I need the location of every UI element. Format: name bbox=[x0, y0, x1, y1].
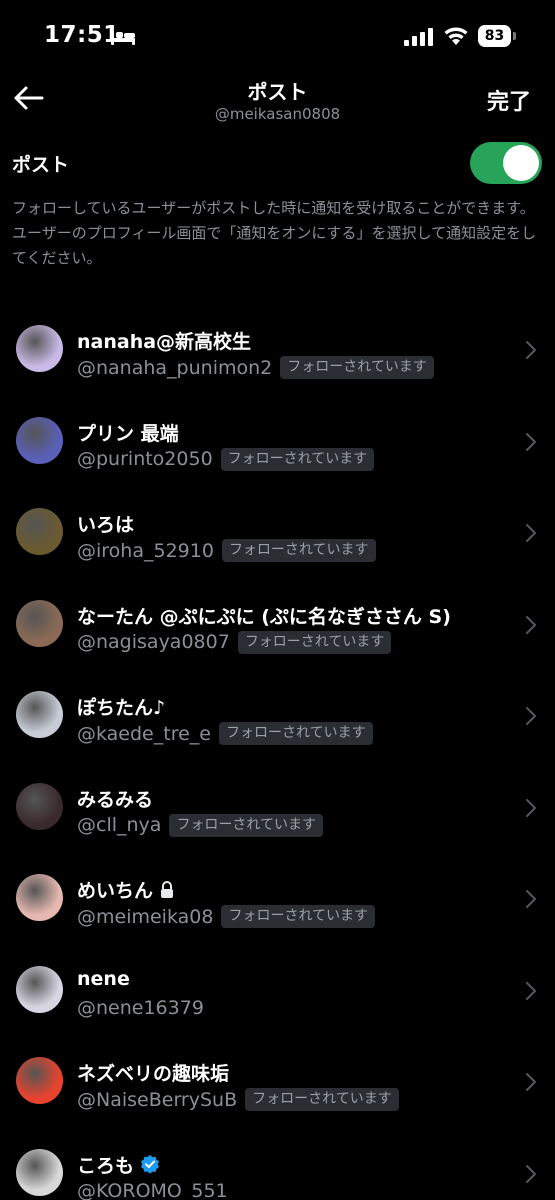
user-row[interactable]: ぽちたん♪ @kaede_tre_e フォローされています bbox=[0, 669, 555, 761]
chevron-right-icon bbox=[526, 341, 536, 359]
done-button[interactable]: 完了 bbox=[487, 84, 531, 116]
name-line: めいちん bbox=[77, 876, 175, 903]
user-list: nanaha@新高校生 @nanaha_punimon2 フォローされています プリン… bbox=[0, 303, 555, 1200]
toggle-knob bbox=[503, 145, 539, 181]
handle-line: @kaede_tre_e フォローされています bbox=[77, 722, 373, 745]
user-name: ぽちたん♪ bbox=[77, 697, 166, 719]
battery-icon: 83 bbox=[478, 25, 518, 47]
battery-level: 83 bbox=[478, 25, 511, 47]
name-line: いろは bbox=[77, 510, 134, 537]
avatar bbox=[16, 782, 63, 830]
handle-line: @cll_nya フォローされています bbox=[77, 813, 324, 837]
user-handle: @nene16379 bbox=[77, 996, 204, 1019]
chevron-right-icon bbox=[526, 707, 536, 725]
name-line: nanaha@新高校生 bbox=[77, 327, 251, 354]
post-notification-label: ポスト bbox=[12, 154, 70, 176]
user-row[interactable]: nanaha@新高校生 @nanaha_punimon2 フォローされています bbox=[0, 303, 555, 395]
avatar bbox=[16, 508, 63, 555]
user-handle: @NaiseBerrySuB bbox=[77, 1088, 238, 1111]
handle-line: @iroha_52910 フォローされています bbox=[77, 539, 376, 562]
user-handle: @iroha_52910 bbox=[77, 539, 214, 562]
handle-line: @nanaha_punimon2 フォローされています bbox=[77, 356, 434, 379]
setting-description: フォローしているユーザーがポストした時に通知を受け取ることができます。ユーザーの… bbox=[12, 199, 537, 267]
user-row[interactable]: なーたん @ぷにぷに (ぷに名なぎささん S) @nagisaya0807 フォロー… bbox=[0, 578, 555, 670]
cellular-signal-icon bbox=[404, 28, 433, 46]
user-handle: @cll_nya bbox=[77, 814, 162, 836]
lock-icon bbox=[161, 880, 174, 898]
user-handle: @meimeika08 bbox=[77, 905, 214, 928]
handle-line: @nene16379 bbox=[77, 997, 204, 1019]
avatar bbox=[16, 874, 63, 921]
handle-line: @nagisaya0807 フォローされています bbox=[77, 630, 392, 654]
follows-you-badge: フォローされています bbox=[280, 356, 434, 379]
wifi-icon bbox=[444, 27, 468, 45]
name-line: みるみる bbox=[77, 785, 153, 812]
name-line: プリン 最端 bbox=[77, 419, 179, 446]
chevron-right-icon bbox=[526, 890, 536, 908]
user-handle: @KOROMO_551 bbox=[77, 1179, 228, 1200]
user-handle: @kaede_tre_e bbox=[77, 722, 211, 745]
verified-badge-icon bbox=[141, 1155, 160, 1174]
sleep-focus-icon bbox=[111, 31, 135, 45]
follows-you-badge: フォローされています bbox=[221, 539, 376, 562]
handle-line: @purinto2050 フォローされています bbox=[77, 447, 375, 471]
follows-you-badge: フォローされています bbox=[218, 722, 373, 745]
user-name: プリン 最端 bbox=[77, 422, 179, 445]
user-row[interactable]: ネズベリの趣味垢 @NaiseBerrySuB フォローされています bbox=[0, 1035, 555, 1127]
user-name: ころも bbox=[77, 1154, 135, 1177]
handle-line: @NaiseBerrySuB フォローされています bbox=[77, 1088, 399, 1111]
user-handle: @nagisaya0807 bbox=[77, 631, 230, 653]
user-row[interactable]: ころも @KOROMO_551 bbox=[0, 1127, 555, 1200]
chevron-right-icon bbox=[526, 432, 536, 451]
user-name: nanaha@新高校生 bbox=[77, 331, 252, 353]
user-row[interactable]: めいちん @meimeika08 フォローされています bbox=[0, 852, 555, 944]
avatar bbox=[16, 416, 63, 464]
avatar bbox=[16, 691, 63, 738]
user-row[interactable]: みるみる @cll_nya フォローされています bbox=[0, 761, 555, 853]
name-line: ころも bbox=[77, 1151, 160, 1178]
status-time: 17:51 bbox=[44, 22, 120, 48]
user-name: なーたん @ぷにぷに (ぷに名なぎささん S) bbox=[77, 605, 451, 628]
user-name: いろは bbox=[77, 514, 135, 536]
user-handle: @purinto2050 bbox=[77, 448, 213, 470]
avatar bbox=[16, 1057, 63, 1104]
handle-line: @meimeika08 フォローされています bbox=[77, 905, 376, 928]
chevron-right-icon bbox=[526, 798, 536, 817]
name-line: なーたん @ぷにぷに (ぷに名なぎささん S) bbox=[77, 602, 451, 629]
user-row[interactable]: nene @nene16379 bbox=[0, 944, 555, 1036]
avatar bbox=[16, 1148, 63, 1196]
follows-you-badge: フォローされています bbox=[221, 905, 376, 928]
user-name: めいちん bbox=[77, 880, 154, 902]
status-bar: 17:51 83 bbox=[0, 0, 555, 72]
user-row[interactable]: プリン 最端 @purinto2050 フォローされています bbox=[0, 395, 555, 487]
user-name: みるみる bbox=[77, 788, 154, 811]
follows-you-badge: フォローされています bbox=[220, 447, 375, 471]
name-line: ぽちたん♪ bbox=[77, 693, 165, 720]
follows-you-badge: フォローされています bbox=[169, 813, 324, 837]
chevron-right-icon bbox=[526, 524, 536, 542]
post-notification-toggle[interactable] bbox=[470, 142, 542, 184]
user-name: nene bbox=[77, 967, 130, 990]
follows-you-badge: フォローされています bbox=[237, 630, 392, 654]
account-handle: @meikasan0808 bbox=[214, 105, 341, 123]
name-line: ネズベリの趣味垢 bbox=[77, 1059, 229, 1086]
user-handle: @nanaha_punimon2 bbox=[77, 356, 273, 379]
page-title: ポスト bbox=[247, 80, 308, 104]
chevron-right-icon bbox=[526, 981, 536, 1000]
avatar bbox=[16, 599, 63, 647]
user-name: ネズベリの趣味垢 bbox=[77, 1063, 230, 1085]
follows-you-badge: フォローされています bbox=[245, 1088, 399, 1111]
avatar bbox=[16, 325, 63, 372]
user-row[interactable]: いろは @iroha_52910 フォローされています bbox=[0, 486, 555, 578]
handle-line: @KOROMO_551 bbox=[77, 1180, 228, 1200]
chevron-right-icon bbox=[526, 1073, 536, 1091]
avatar bbox=[16, 965, 63, 1013]
chevron-right-icon bbox=[526, 1164, 536, 1183]
name-line: nene bbox=[77, 968, 130, 990]
chevron-right-icon bbox=[526, 615, 536, 634]
